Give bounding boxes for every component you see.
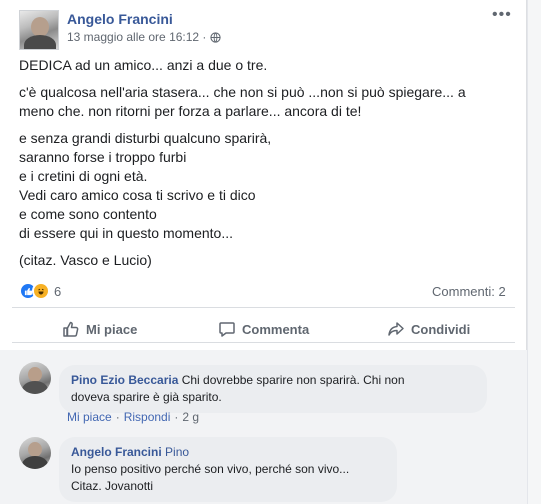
post-date[interactable]: 13 maggio alle ore 16:12 · [67, 30, 206, 44]
post-paragraph-1: DEDICA ad un amico... anzi a due o tre. [19, 57, 268, 73]
comment-avatar[interactable] [19, 362, 51, 394]
post-card: Angelo Francini 13 maggio alle ore 16:12… [0, 0, 527, 504]
like-button-label: Mi piace [86, 321, 138, 337]
share-button-label: Condividi [411, 321, 471, 337]
comment-author-name[interactable]: Angelo Francini [71, 445, 162, 459]
separator: · [174, 410, 179, 424]
globe-icon [210, 31, 222, 43]
comment-button-label: Commenta [242, 321, 310, 337]
comment-text: Citaz. Jovanotti [71, 479, 154, 493]
post-paragraph-3: e senza grandi disturbi qualcuno sparirà… [19, 130, 272, 241]
comment-mention[interactable]: Pino [162, 445, 189, 459]
comments-count-link[interactable]: Commenti: 2 [432, 284, 506, 299]
divider [12, 342, 515, 343]
comment-author-name[interactable]: Pino Ezio Beccaria [71, 373, 178, 387]
like-button[interactable]: Mi piace [62, 320, 137, 338]
post-options-button[interactable]: ••• [492, 6, 512, 24]
post-meta: 13 maggio alle ore 16:12 · [67, 30, 222, 44]
comment-text: Io penso positivo perché son vivo, perch… [71, 462, 350, 476]
scrollbar[interactable] [527, 0, 541, 504]
comments-section: Pino Ezio Beccaria Chi dovrebbe sparire … [0, 350, 527, 504]
reactions-summary[interactable]: 6 [19, 282, 61, 300]
post-text: DEDICA ad un amico... anzi a due o tre. … [19, 56, 519, 270]
share-button[interactable]: Condividi [387, 320, 470, 338]
post-paragraph-4: (citaz. Vasco e Lucio) [19, 252, 152, 268]
reaction-count: 6 [54, 283, 62, 299]
comment-bubble: Pino Ezio Beccaria Chi dovrebbe sparire … [59, 365, 487, 413]
comment-like-link[interactable]: Mi piace [67, 410, 112, 424]
thumb-up-icon [63, 321, 79, 337]
comment-text: doveva sparire è già sparito. [71, 390, 222, 404]
separator: · [115, 410, 120, 424]
comment-reply-link[interactable]: Rispondi [124, 410, 171, 424]
share-arrow-icon [388, 322, 404, 336]
comment-button[interactable]: Commenta [218, 320, 309, 338]
comment-bubble-icon [219, 322, 235, 337]
author-avatar[interactable] [19, 10, 59, 50]
post-author-name[interactable]: Angelo Francini [67, 11, 173, 27]
haha-reaction-icon [32, 282, 50, 300]
post-paragraph-2: c'è qualcosa nell'aria stasera... che no… [19, 84, 466, 119]
comment-time[interactable]: 2 g [182, 410, 199, 424]
comment-avatar[interactable] [19, 437, 51, 469]
divider [12, 307, 515, 308]
comment-text: Chi dovrebbe sparire non sparirà. Chi no… [178, 373, 405, 387]
comment-actions: Mi piace · Rispondi · 2 g [67, 410, 199, 424]
comment-bubble: Angelo Francini Pino Io penso positivo p… [59, 437, 397, 502]
